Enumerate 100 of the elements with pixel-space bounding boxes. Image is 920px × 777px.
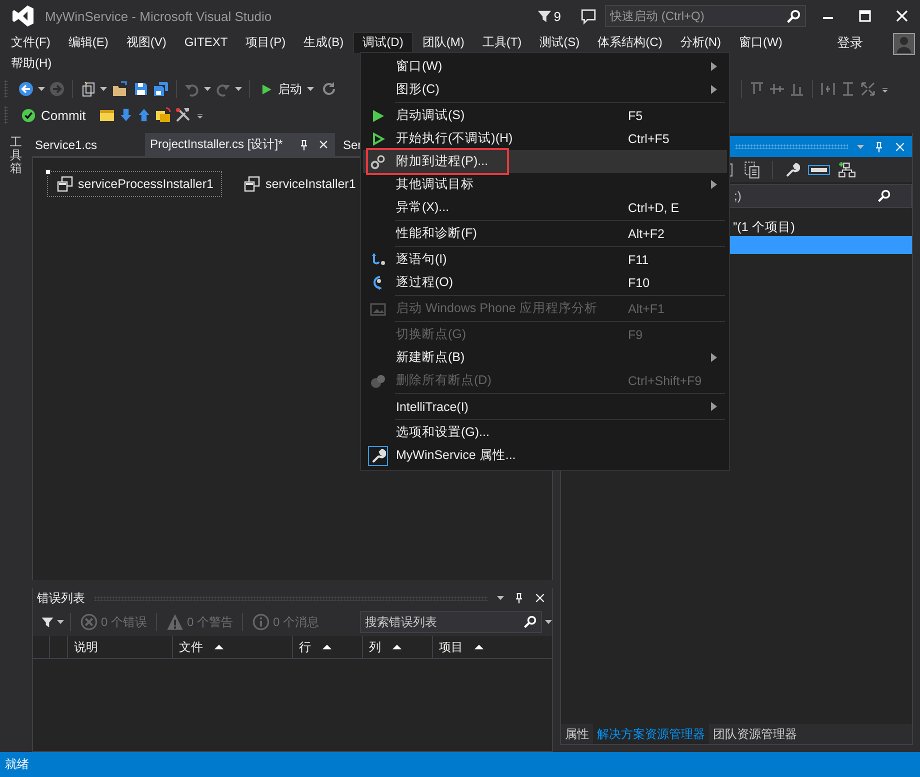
pin-icon[interactable] (513, 592, 525, 604)
dropdown-icon[interactable] (100, 87, 107, 91)
step-into-icon (370, 252, 386, 268)
commit-button[interactable]: Commit (18, 106, 89, 124)
menu-item[interactable]: 窗口(W) (363, 55, 727, 78)
filter-icon[interactable] (41, 616, 54, 628)
search-icon (523, 615, 537, 629)
pin-icon[interactable] (298, 138, 310, 150)
selection-handle[interactable] (45, 169, 51, 175)
save-icon[interactable] (133, 81, 149, 97)
logo-icon (11, 4, 35, 28)
menu-item[interactable]: 附加到进程(P)... (363, 150, 727, 173)
search-icon (786, 9, 801, 24)
menu-item[interactable]: 调试(D) (352, 32, 414, 53)
menu-item[interactable]: 编辑(E) (59, 32, 118, 53)
menu-item[interactable]: MyWinService 属性... (363, 444, 727, 467)
dropdown-icon[interactable] (204, 87, 211, 91)
wrench-icon (370, 448, 386, 464)
menu-item[interactable]: 体系结构(C) (588, 32, 672, 53)
panel-tab[interactable]: 解决方案资源管理器 (593, 724, 709, 744)
wrench-icon[interactable] (784, 162, 800, 178)
up-arrow-icon[interactable] (136, 107, 151, 123)
menu-item[interactable]: 开始执行(不调试)(H) Ctrl+F5 (363, 127, 727, 150)
avatar-icon[interactable] (893, 33, 915, 55)
panel-tab[interactable]: 属性 (561, 724, 593, 744)
menu-item[interactable]: 逐语句(I) F11 (363, 248, 727, 271)
open-folder-icon[interactable] (111, 81, 129, 97)
align-top-icon[interactable] (749, 81, 765, 97)
component[interactable]: serviceProcessInstaller1 (47, 171, 222, 197)
shortcut-text: Ctrl+Shift+F9 (628, 374, 702, 388)
menu-item[interactable]: 团队(M) (413, 32, 474, 53)
notifications-button[interactable]: 9 (536, 8, 561, 24)
collapse-button[interactable] (808, 164, 830, 174)
toolbox-tab[interactable]: 工具箱 (0, 133, 22, 176)
tree-icon[interactable] (838, 160, 856, 178)
start-button[interactable]: 启动 (257, 78, 317, 100)
dropdown-icon (307, 87, 314, 91)
shortcut-text: Ctrl+F5 (628, 132, 670, 146)
menu-item[interactable]: 项目(P) (236, 32, 295, 53)
info-icon (252, 613, 270, 631)
align-middle-icon[interactable] (769, 81, 785, 97)
quick-launch-field[interactable]: 快速启动 (Ctrl+Q) (605, 5, 806, 27)
shortcut-text: Alt+F1 (628, 302, 664, 316)
document-tab[interactable]: Service1.cs (32, 133, 140, 156)
shortcut-text: F10 (628, 276, 650, 290)
search-icon (877, 189, 891, 203)
menu-item[interactable]: 生成(B) (294, 32, 353, 53)
dropdown-icon[interactable] (38, 87, 45, 91)
column-header[interactable]: 列 (363, 636, 433, 658)
menu-item[interactable]: 选项和设置(G)... (363, 421, 727, 444)
menu-item[interactable]: 逐过程(O) F10 (363, 271, 727, 294)
dropdown-icon[interactable] (57, 620, 64, 624)
dropdown-icon[interactable] (235, 87, 242, 91)
menu-item[interactable]: 新建断点(B) (363, 346, 727, 369)
menu-item[interactable]: 窗口(W) (730, 32, 792, 53)
menu-item[interactable]: 分析(N) (671, 32, 730, 53)
new-project-icon[interactable] (80, 81, 96, 97)
maximize-icon[interactable] (857, 8, 873, 24)
search-field[interactable]: 搜索错误列表 (360, 611, 542, 633)
menu-item[interactable]: 性能和诊断(F) Alt+F2 (363, 222, 727, 245)
column-header[interactable]: 行 (293, 636, 363, 658)
column-header[interactable]: 项目 (433, 636, 552, 658)
document-tab[interactable]: ProjectInstaller.cs [设计]* (145, 133, 335, 156)
menu-item[interactable]: 视图(V) (117, 32, 176, 53)
menu-item[interactable]: 启动调试(S) F5 (363, 104, 727, 127)
menu-item[interactable]: 帮助(H) (2, 53, 61, 74)
check-icon (21, 108, 36, 122)
spacing-icon[interactable] (820, 81, 836, 97)
close-icon[interactable] (894, 8, 910, 24)
save-all-icon[interactable] (153, 81, 169, 97)
dropdown-icon[interactable] (497, 596, 504, 600)
back-icon[interactable] (18, 81, 34, 97)
feedback-icon[interactable] (580, 8, 597, 24)
close-icon[interactable] (318, 139, 329, 150)
refresh-icon[interactable] (321, 81, 337, 97)
height-icon[interactable] (840, 81, 856, 97)
sign-in-link[interactable]: 登录 (837, 32, 863, 53)
column-header[interactable]: 说明 (68, 636, 173, 658)
align-bottom-icon[interactable] (789, 81, 805, 97)
pages-icon[interactable] (743, 160, 761, 178)
panel-tab[interactable]: 团队资源管理器 (709, 724, 801, 744)
menu-item[interactable]: 文件(F) (2, 32, 60, 53)
column-header[interactable]: 文件 (173, 636, 293, 658)
menu-item[interactable]: 工具(T) (473, 32, 531, 53)
folder-icon[interactable] (98, 107, 115, 123)
shortcut-text: F5 (628, 108, 643, 122)
dropdown-icon[interactable] (545, 620, 552, 624)
menu-item[interactable]: 测试(S) (530, 32, 589, 53)
close-icon[interactable] (534, 592, 546, 604)
menu-item[interactable]: GITEXT (175, 32, 237, 53)
shortcut-text: Alt+F2 (628, 226, 664, 240)
resize-icon[interactable] (860, 81, 876, 97)
down-arrow-icon[interactable] (118, 107, 133, 123)
tools-icon[interactable] (174, 107, 191, 123)
menu-item[interactable]: IntelliTrace(I) (363, 395, 727, 418)
folders-icon[interactable] (154, 107, 171, 123)
menu-item[interactable]: 图形(C) (363, 78, 727, 101)
component-icon (57, 176, 73, 192)
play-outline-icon (370, 130, 386, 146)
component[interactable]: serviceInstaller1 (234, 171, 365, 197)
